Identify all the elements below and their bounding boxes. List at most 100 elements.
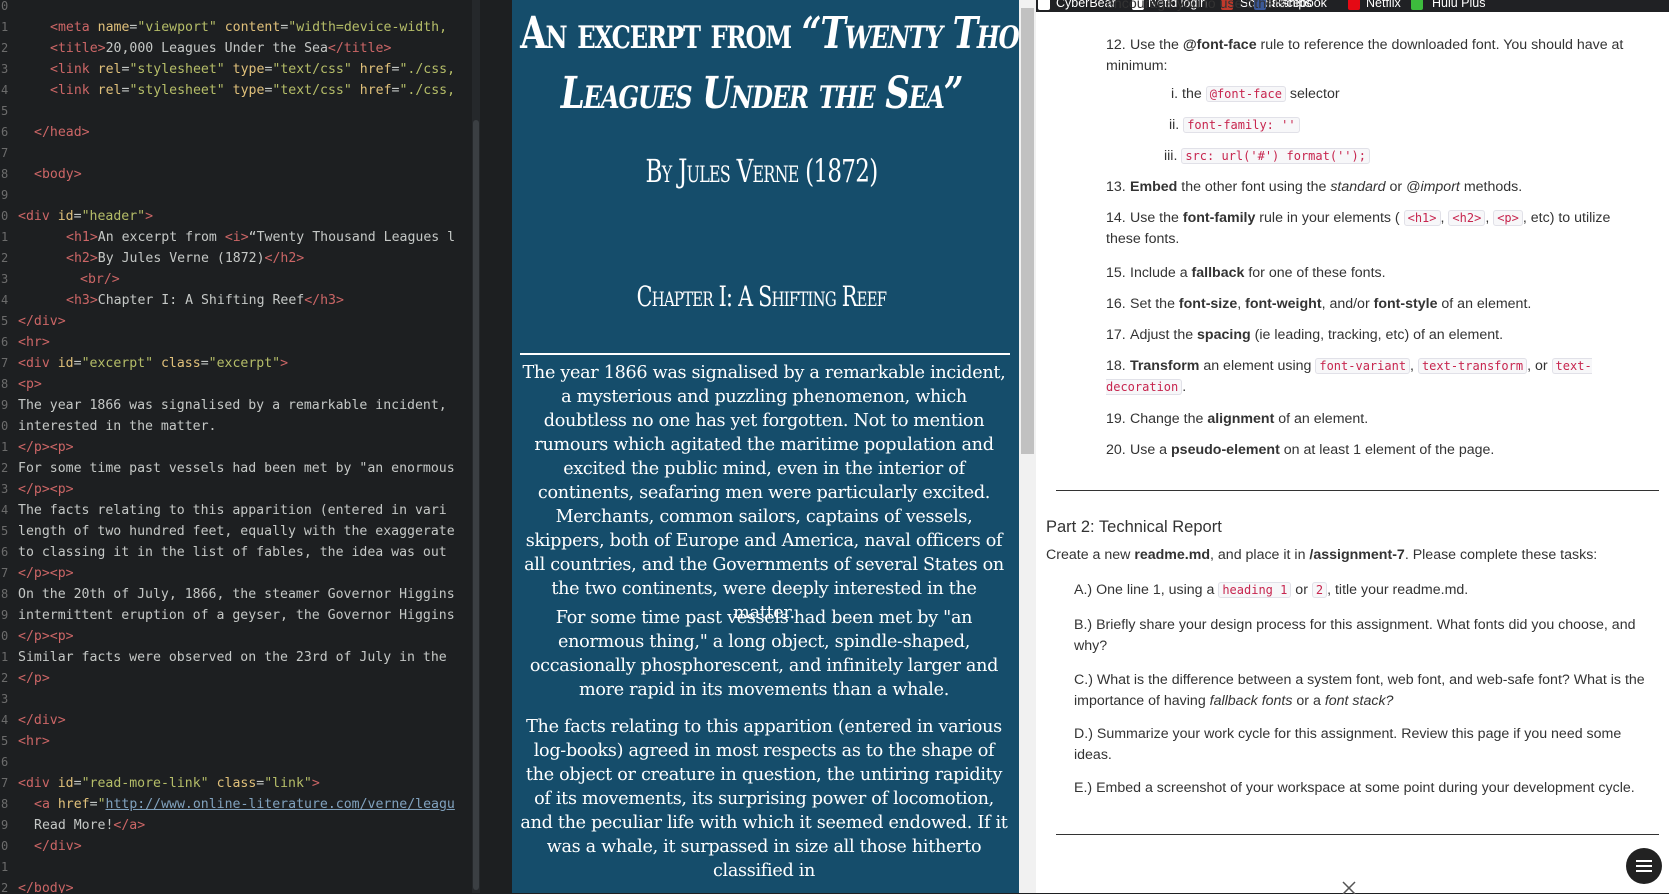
preview-heading-1: An excerpt from “Twenty Thousand Leagues…	[520, 4, 1019, 124]
sub-item-ii: ii. font-family: ''	[1169, 115, 1300, 135]
task-a: A.) One line 1, using a heading 1 or 2, …	[1074, 582, 1469, 598]
line-number: 1	[1, 860, 9, 874]
list-item-16: 16. Set the font-size, font-weight, and/o…	[1106, 296, 1532, 312]
line-number: 4	[1, 293, 9, 307]
code-line[interactable]: </body>	[18, 878, 474, 893]
line-number: 1	[1, 440, 9, 454]
code-line[interactable]: <div id="header">	[18, 206, 474, 227]
close-icon[interactable]	[1340, 876, 1358, 894]
list-item-15: 15. Include a fallback for one of these f…	[1106, 265, 1386, 281]
heading-prefix: An excerpt from	[520, 8, 802, 59]
line-number: 3	[1, 62, 9, 76]
line-number: 2	[1, 251, 9, 265]
code-line[interactable]: </div>	[34, 836, 474, 857]
line-number: 9	[1, 608, 9, 622]
line-number: 2	[1, 41, 9, 55]
code-editor[interactable]: 0 1 2 3 4 5 6 7 8 9 0 1 2 3 4 5 6 7 8 9 0 1 2 3 4 5 6 7 8 9 0 1 2 3 4 5 6 7 8 9…	[0, 0, 480, 893]
code-line[interactable]: <title>20,000 Leagues Under the Sea</tit…	[50, 38, 474, 59]
line-number: 6	[1, 755, 9, 769]
code-line[interactable]: </p><p>	[18, 437, 474, 458]
task-b: B.) Briefly share your design process fo…	[1074, 617, 1636, 654]
code-line[interactable]: <div id="excerpt" class="excerpt">	[18, 353, 474, 374]
line-number: 0	[1, 419, 9, 433]
code-line[interactable]: </p>	[18, 668, 474, 689]
code-line[interactable]: </div>	[18, 710, 474, 731]
line-number: 6	[1, 545, 9, 559]
line-number: 2	[1, 881, 9, 893]
partial-line: encourage you to use others.	[1106, 0, 1290, 12]
section-divider-1	[1056, 490, 1659, 491]
line-number: 7	[1, 146, 9, 160]
task-d: D.) Summarize your work cycle for this a…	[1074, 726, 1622, 763]
line-number: 5	[1, 734, 9, 748]
line-number: 0	[1, 839, 9, 853]
line-number: 4	[1, 83, 9, 97]
code-line[interactable]: </p><p>	[18, 626, 474, 647]
code-line[interactable]: <h2>By Jules Verne (1872)</h2>	[66, 248, 474, 269]
code-line[interactable]: For some time past vessels had been met …	[18, 458, 474, 479]
bear-icon	[1038, 0, 1050, 10]
code-line[interactable]: length of two hundred feet, equally with…	[18, 521, 474, 542]
preview-scrollbar-thumb[interactable]	[1021, 8, 1034, 454]
sub-item-iii: iii. src: url('#') format('');	[1164, 146, 1370, 166]
code-line[interactable]: <link rel="stylesheet" type="text/css" h…	[50, 59, 474, 80]
code-line[interactable]: The year 1866 was signalised by a remark…	[18, 395, 474, 416]
line-number-gutter: 0 1 2 3 4 5 6 7 8 9 0 1 2 3 4 5 6 7 8 9 0 1 2 3 4 5 6 7 8 9 0 1 2 3 4 5 6 7 8 9…	[0, 0, 14, 893]
code-line[interactable]: <div id="read-more-link" class="link">	[18, 773, 474, 794]
code-line[interactable]: <h3>Chapter I: A Shifting Reef</h3>	[66, 290, 474, 311]
list-item-19: 19. Change the alignment of an element.	[1106, 411, 1369, 427]
code-line[interactable]: <br/>	[80, 269, 474, 290]
line-number: 3	[1, 272, 9, 286]
preview-heading-3: Chapter I: A Shifting Reef	[636, 280, 887, 313]
line-number: 3	[1, 692, 9, 706]
code-line[interactable]: <h1>An excerpt from <i>“Twenty Thousand …	[66, 227, 474, 248]
code-line[interactable]: <a href="http://www.online-literature.co…	[34, 794, 474, 815]
this-page-link[interactable]: this page	[1452, 726, 1510, 742]
code-line[interactable]: <link rel="stylesheet" type="text/css" h…	[50, 80, 474, 101]
task-c: C.) What is the difference between a sys…	[1074, 672, 1645, 709]
line-number: 5	[1, 314, 9, 328]
line-number: 8	[1, 587, 9, 601]
code-line[interactable]: Read More!</a>	[34, 815, 474, 836]
line-number: 1	[1, 650, 9, 664]
code-line[interactable]: interested in the matter.	[18, 416, 474, 437]
list-item-13: 13. Embed the other font using the standa…	[1106, 179, 1523, 195]
line-number: 9	[1, 188, 9, 202]
line-number: 0	[1, 209, 9, 223]
heading-title-line-1: “Twenty Thousand	[801, 8, 1019, 59]
code-line[interactable]: </p><p>	[18, 563, 474, 584]
code-line[interactable]: </head>	[34, 122, 474, 143]
line-number: 4	[1, 713, 9, 727]
hamburger-menu-button[interactable]	[1626, 848, 1662, 884]
code-line[interactable]: to classing it in the list of fables, th…	[18, 542, 474, 563]
code-line[interactable]: <meta name="viewport" content="width=dev…	[50, 17, 474, 38]
page-preview: An excerpt from “Twenty Thousand Leagues…	[512, 0, 1019, 893]
code-line[interactable]: <hr>	[18, 731, 474, 752]
line-number: 1	[1, 20, 9, 34]
code-line[interactable]: <p>	[18, 374, 474, 395]
part-2-intro: Create a new readme.md, and place it in …	[1046, 547, 1598, 563]
list-item-17: 17. Adjust the spacing (ie leading, track…	[1106, 327, 1504, 343]
sub-item-i: i. the @font-face selector	[1171, 86, 1340, 102]
code-line[interactable]: The facts relating to this apparition (e…	[18, 500, 474, 521]
line-number: 6	[1, 125, 9, 139]
code-line[interactable]: <hr>	[18, 332, 474, 353]
code-line[interactable]: Similar facts were observed on the 23rd …	[18, 647, 474, 668]
line-number: 6	[1, 335, 9, 349]
line-number: 2	[1, 461, 9, 475]
excerpt-paragraph-3: The facts relating to this apparition (e…	[520, 717, 1008, 881]
list-item-12: 12. Use the @font-face rule to reference …	[1106, 37, 1624, 74]
code-line[interactable]: <body>	[34, 164, 474, 185]
code-line[interactable]: intermittent eruption of a geyser, the G…	[18, 605, 474, 626]
line-number: 9	[1, 398, 9, 412]
code-line[interactable]: </p><p>	[18, 479, 474, 500]
line-number: 3	[1, 482, 9, 496]
preview-divider	[520, 353, 1010, 355]
preview-heading-2: By Jules Verne (1872)	[645, 152, 879, 190]
code-line[interactable]: </div>	[18, 311, 474, 332]
part-2-heading: Part 2: Technical Report	[1046, 518, 1222, 536]
line-number: 4	[1, 503, 9, 517]
line-number: 2	[1, 671, 9, 685]
editor-scrollbar-thumb[interactable]	[473, 120, 479, 890]
code-line[interactable]: On the 20th of July, 1866, the steamer G…	[18, 584, 474, 605]
